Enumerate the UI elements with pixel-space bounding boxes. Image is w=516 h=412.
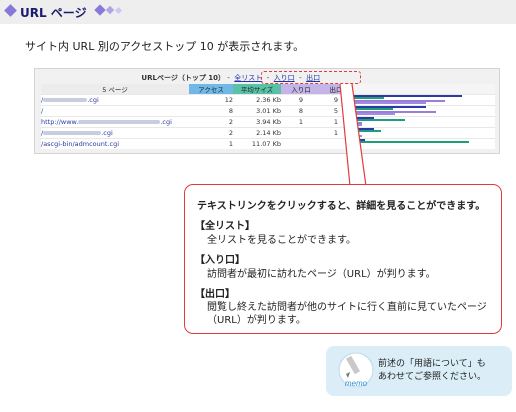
- memo-note: memo 前述の「用語について」も あわせてご参照ください。: [326, 346, 512, 396]
- callout-heading: テキストリンクをクリックすると、詳細を見ることができます。: [197, 201, 486, 212]
- term-entry-desc: 訪問者が最初に訪れたページ（URL）が判ります。: [207, 269, 436, 280]
- memo-line: あわせてご参照ください。: [378, 372, 487, 382]
- term-all-list: 【全リスト】: [195, 221, 255, 232]
- term-exit-desc: （URL）が判ります。: [207, 315, 306, 326]
- memo-text: 前述の「用語について」も あわせてご参照ください。: [378, 358, 486, 384]
- memo-pencil-icon: memo: [338, 352, 374, 388]
- explanation-callout: テキストリンクをクリックすると、詳細を見ることができます。 【全リスト】 全リス…: [184, 184, 502, 334]
- term-entry: 【入り口】: [195, 255, 245, 266]
- memo-icon-label: memo: [345, 379, 368, 388]
- term-all-list-desc: 全リストを見ることができます。: [207, 235, 356, 246]
- memo-line: 前述の「用語について」も: [378, 359, 486, 369]
